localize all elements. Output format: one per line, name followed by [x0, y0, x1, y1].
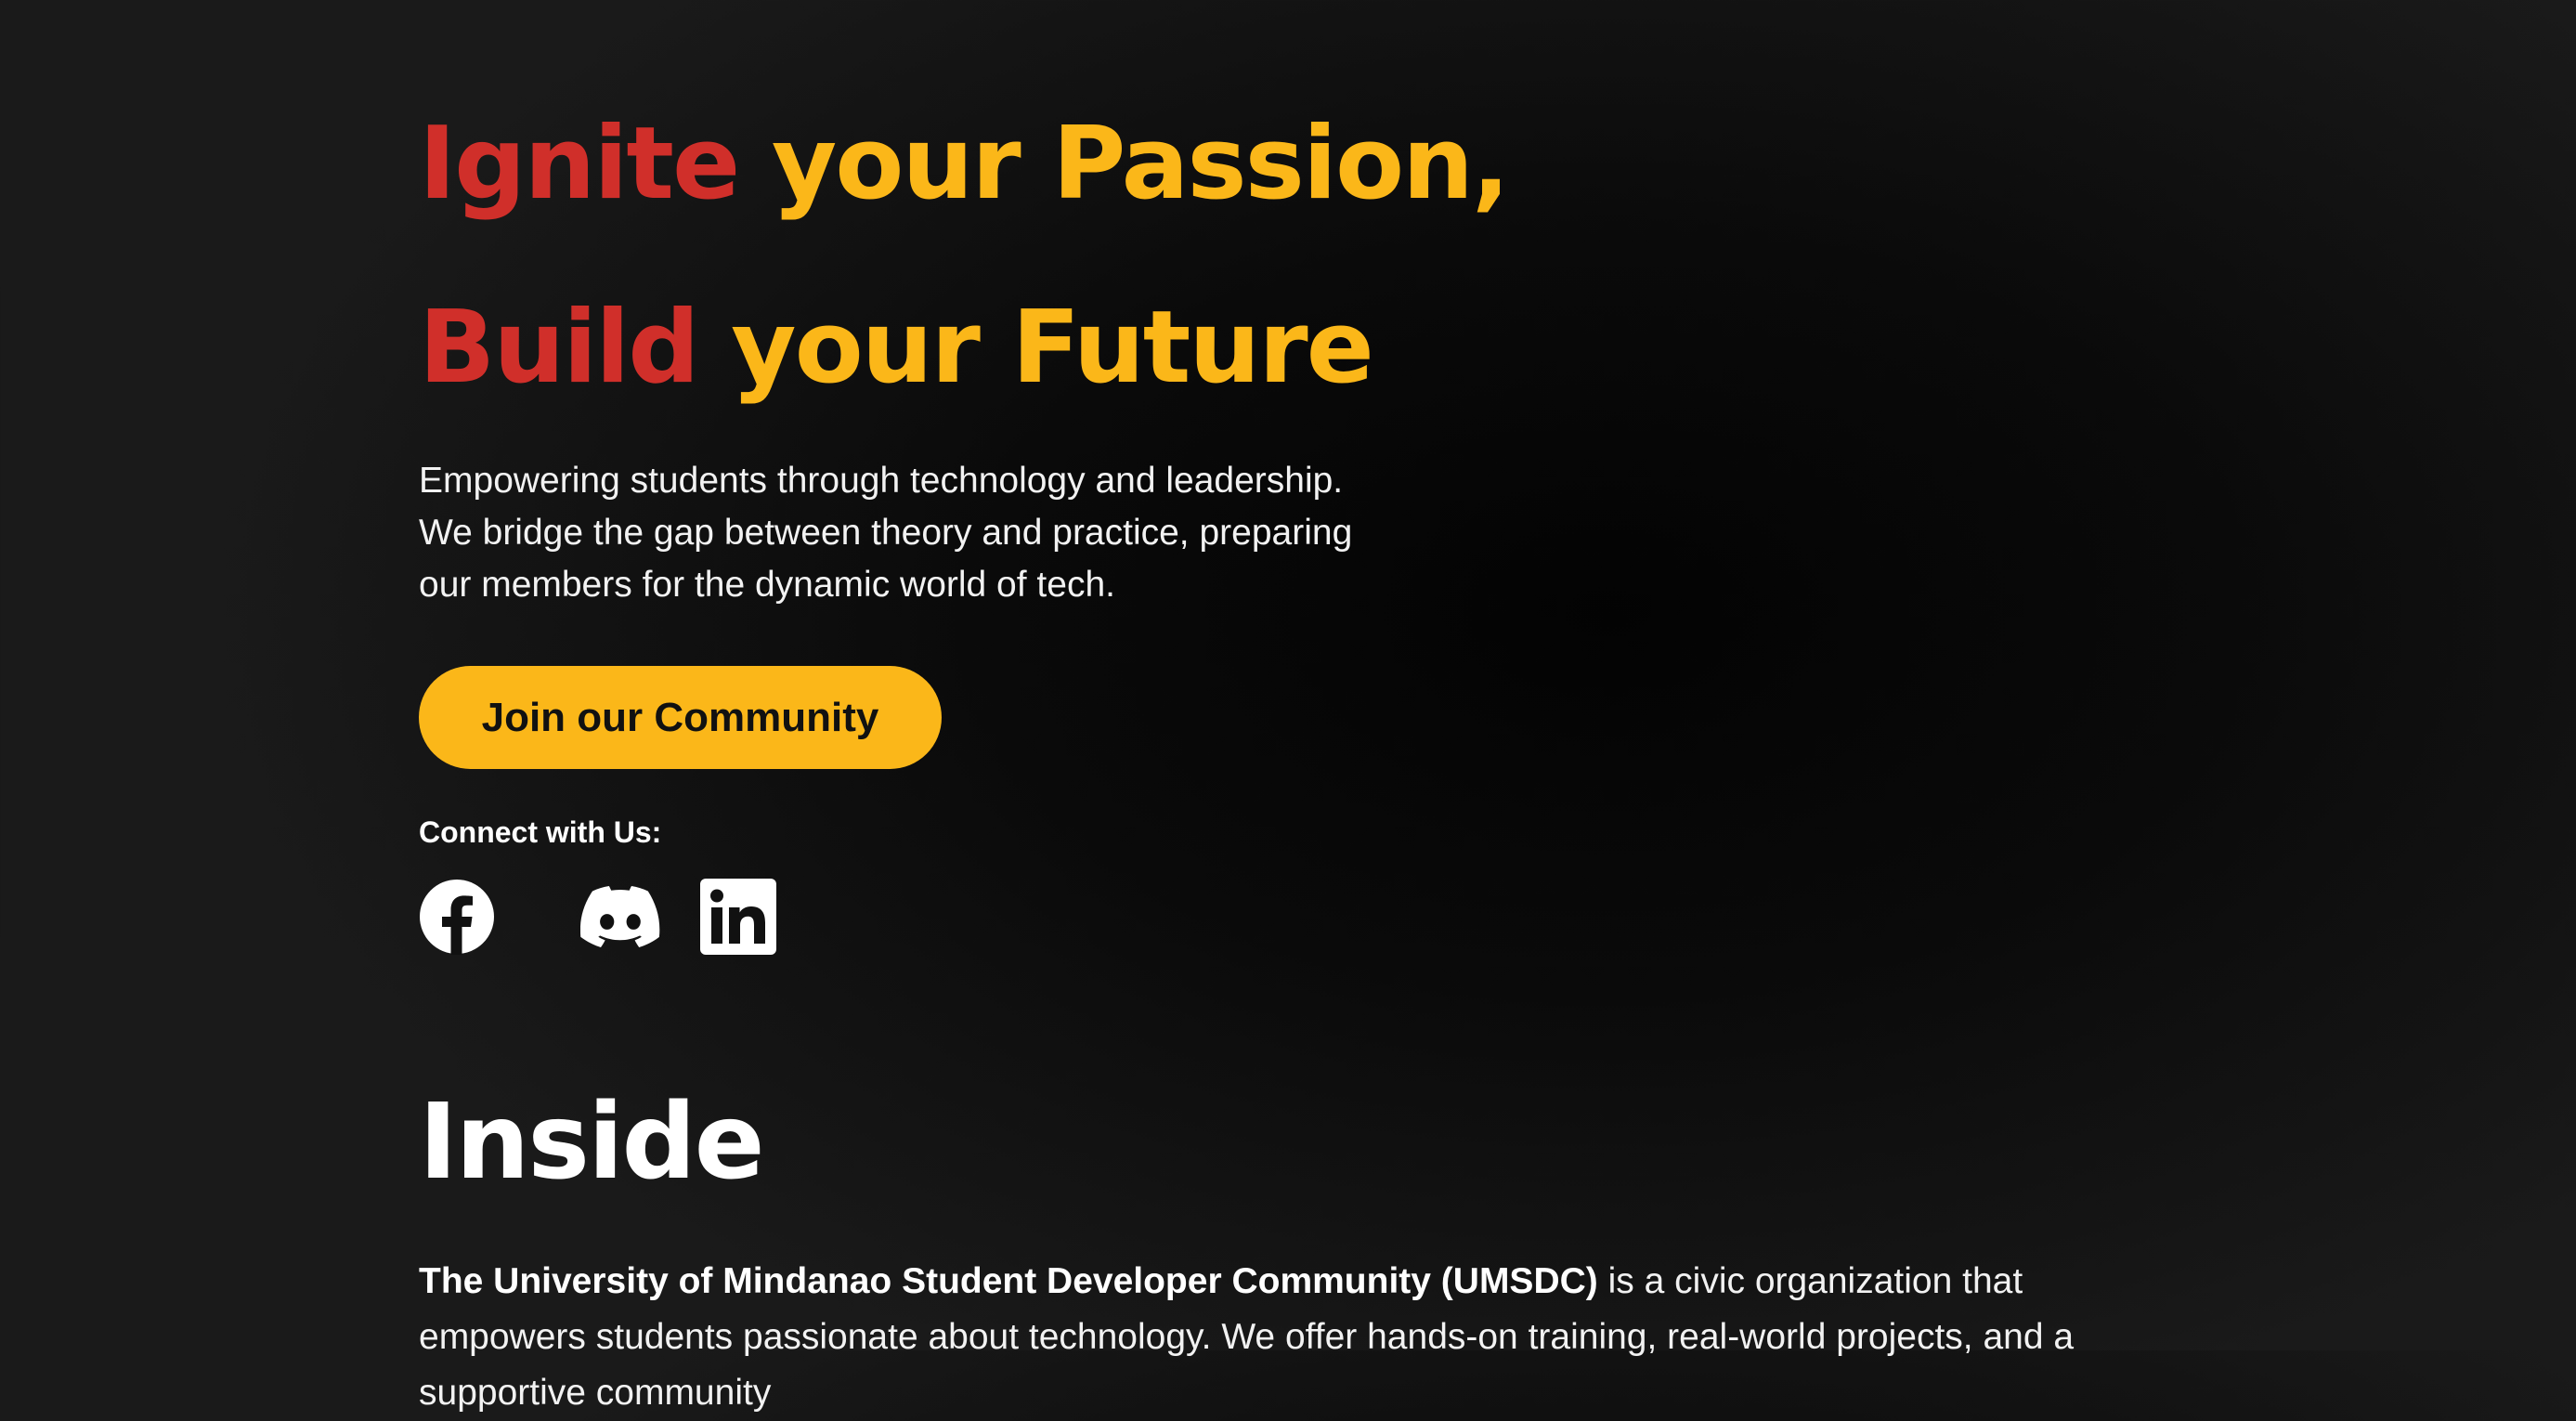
- facebook-icon: [420, 880, 494, 955]
- headline-text-future: your Future: [731, 290, 1374, 406]
- headline-text-passion: your Passion,: [771, 106, 1510, 222]
- connect-label: Connect with Us:: [419, 815, 662, 849]
- org-name: The University of Mindanao Student Devel…: [419, 1261, 1598, 1301]
- linkedin-icon: [700, 879, 776, 955]
- hero-headline-line-1: Ignite your Passion,: [419, 104, 1510, 225]
- inside-section-title: Inside: [419, 1082, 765, 1203]
- facebook-link[interactable]: [419, 879, 495, 955]
- hero-description: Empowering students through technology a…: [419, 461, 1353, 605]
- headline-accent-build: Build: [419, 290, 700, 406]
- discord-icon: [580, 886, 660, 947]
- hero-headline-line-2: Build your Future: [419, 288, 1374, 409]
- inside-description: The University of Mindanao Student Devel…: [419, 1254, 2183, 1421]
- linkedin-link[interactable]: [700, 879, 776, 955]
- join-community-button[interactable]: Join our Community: [419, 666, 942, 769]
- headline-accent-ignite: Ignite: [419, 106, 740, 222]
- discord-link[interactable]: [580, 879, 660, 955]
